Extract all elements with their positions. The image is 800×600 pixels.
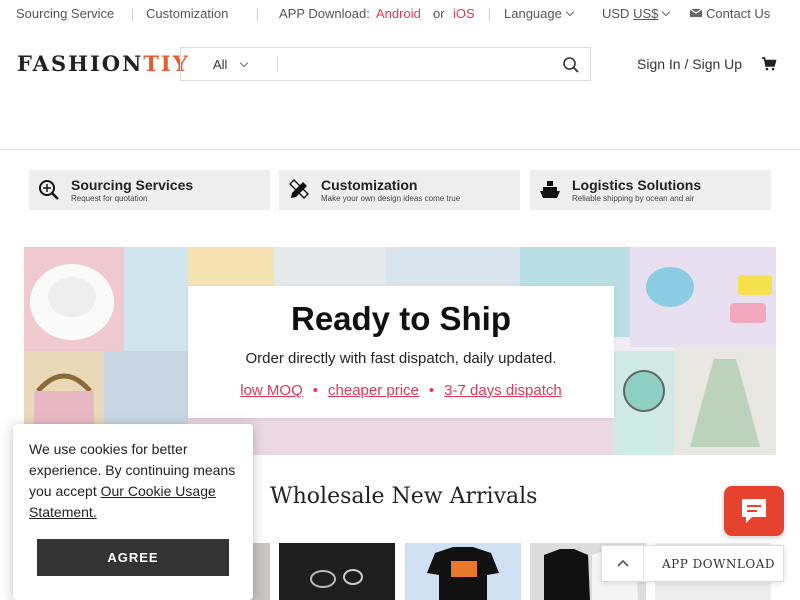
search-category-select[interactable]: All xyxy=(181,48,277,80)
cart-icon xyxy=(762,57,777,71)
logistics-solutions-card[interactable]: Logistics Solutions Reliable shipping by… xyxy=(530,170,771,210)
or-text: or xyxy=(433,6,445,21)
chevron-down-icon xyxy=(565,7,575,17)
banner-features: low MOQ • cheaper price • 3-7 days dispatch xyxy=(240,382,562,399)
banner-image-hat xyxy=(24,247,124,351)
feature-dispatch[interactable]: 3-7 days dispatch xyxy=(444,382,562,399)
card-subtitle: Reliable shipping by ocean and air xyxy=(572,194,695,203)
agree-button[interactable]: AGREE xyxy=(37,539,229,576)
language-label: Language xyxy=(504,6,562,21)
android-link[interactable]: Android xyxy=(376,6,421,21)
customization-link[interactable]: Customization xyxy=(146,6,228,21)
card-subtitle: Request for quotation xyxy=(71,194,148,203)
product-thumbnail[interactable] xyxy=(405,543,521,600)
sourcing-services-card[interactable]: Sourcing Services Request for quotation xyxy=(29,170,270,210)
search-button[interactable] xyxy=(560,54,582,76)
banner-image-stationery xyxy=(124,247,188,351)
search-input[interactable] xyxy=(285,52,545,76)
contact-us-label: Contact Us xyxy=(706,6,771,21)
banner-image-watch xyxy=(614,351,674,455)
top-utility-bar: Sourcing Service Customization APP Downl… xyxy=(0,0,800,28)
sourcing-service-link[interactable]: Sourcing Service xyxy=(16,6,114,21)
search-sourcing-icon xyxy=(39,180,59,200)
site-logo[interactable]: FASHIONTIY xyxy=(17,51,190,76)
divider xyxy=(132,8,133,21)
chat-icon xyxy=(742,499,766,523)
banner-subheading: Order directly with fast dispatch, daily… xyxy=(245,350,557,367)
ship-icon xyxy=(540,181,560,198)
card-title: Sourcing Services xyxy=(71,177,194,193)
divider xyxy=(277,56,278,72)
divider xyxy=(489,8,490,21)
app-download-bar: APP DOWNLOAD xyxy=(601,545,784,582)
back-to-top-button[interactable] xyxy=(602,546,644,581)
card-title: Logistics Solutions xyxy=(572,177,702,193)
search-icon xyxy=(563,57,579,73)
pencil-ruler-icon xyxy=(289,179,309,199)
section-title: Wholesale New Arrivals xyxy=(270,484,538,509)
banner-image-sandals xyxy=(274,247,386,287)
currency-prefix: USD xyxy=(602,6,630,21)
feature-cheaper-price[interactable]: cheaper price xyxy=(328,382,419,399)
mail-icon xyxy=(689,8,703,17)
ios-link[interactable]: iOS xyxy=(453,6,475,21)
banner-image-envelopes xyxy=(188,247,274,287)
chevron-down-icon xyxy=(662,7,671,17)
sign-in-link[interactable]: Sign In / Sign Up xyxy=(637,56,742,72)
cart-button[interactable] xyxy=(761,56,777,72)
language-dropdown[interactable]: Language xyxy=(504,6,575,21)
banner-image-dress xyxy=(674,347,776,455)
currency-dropdown[interactable]: USD US$ xyxy=(602,6,671,21)
customization-card[interactable]: Customization Make your own design ideas… xyxy=(279,170,520,210)
cookie-message-block: We use cookies for better experience. By… xyxy=(29,439,243,523)
contact-us-link[interactable]: Contact Us xyxy=(689,6,771,21)
app-download-label: APP Download: xyxy=(279,6,370,21)
card-subtitle: Make your own design ideas come true xyxy=(321,194,461,203)
card-title: Customization xyxy=(321,177,418,193)
feature-low-moq[interactable]: low MOQ xyxy=(240,382,303,399)
header-divider xyxy=(0,149,800,150)
search-category-value: All xyxy=(213,57,228,72)
product-thumbnail[interactable] xyxy=(279,543,395,600)
app-download-button[interactable]: APP DOWNLOAD xyxy=(662,557,775,571)
logo-main: FASHION xyxy=(17,51,144,76)
chevron-down-icon xyxy=(240,58,249,68)
search-bar: All xyxy=(180,47,591,81)
banner-image-lipgloss xyxy=(386,247,520,287)
chevron-up-icon xyxy=(617,559,629,567)
chat-button[interactable] xyxy=(724,486,784,536)
cookie-consent-popup: We use cookies for better experience. By… xyxy=(13,424,253,600)
banner-heading: Ready to Ship xyxy=(290,300,512,337)
banner-image-swimwear xyxy=(630,247,776,347)
divider xyxy=(257,8,258,21)
banner-panel: Ready to Ship Order directly with fast d… xyxy=(188,286,614,418)
currency-value: US$ xyxy=(633,6,659,21)
